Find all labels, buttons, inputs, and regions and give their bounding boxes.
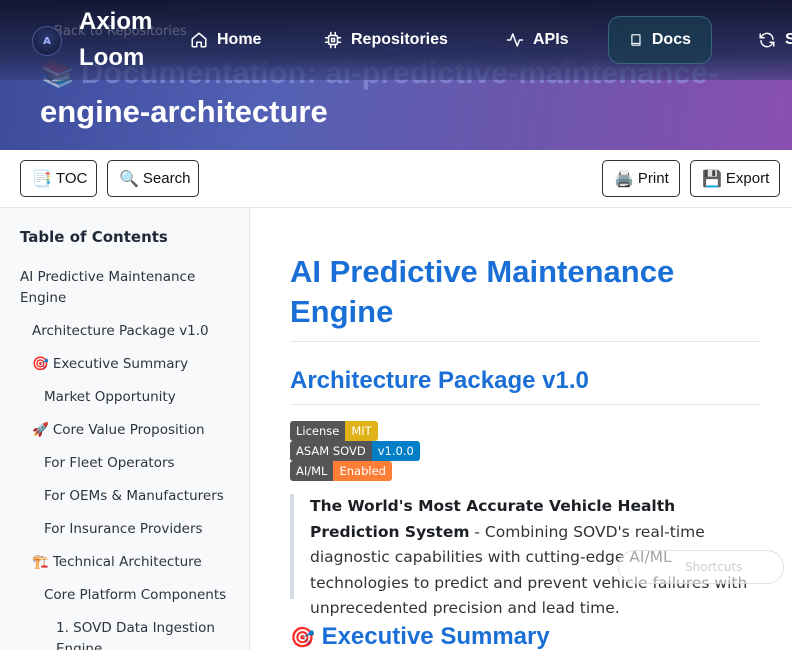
toc-item-label: Architecture Package v1.0	[32, 323, 209, 339]
toc-item[interactable]: 🏗️ Technical Architecture	[32, 552, 202, 573]
nav-repositories-label: Repositories	[351, 31, 448, 48]
toc-item[interactable]: AI Predictive Maintenance Engine	[20, 267, 220, 309]
doc-toolbar: 📑 TOC 🔍 Search 🖨️ Print 💾 Export	[0, 150, 792, 208]
chip-icon	[324, 31, 342, 49]
toc-button-label: TOC	[55, 170, 88, 187]
toc-item[interactable]: For Insurance Providers	[44, 519, 203, 540]
license-badge[interactable]: License MIT	[290, 421, 378, 441]
nav-apis-label: APIs	[533, 31, 569, 48]
content-heading-h1: AI Predictive Maintenance Engine	[290, 254, 675, 329]
sovd-badge[interactable]: ASAM SOVD v1.0.0	[290, 441, 420, 461]
toc-item-label: AI Predictive Maintenance Engine	[20, 269, 196, 306]
executive-summary-label: Executive Summary	[321, 623, 550, 650]
nav-home[interactable]: Home	[172, 16, 279, 64]
toc-item-label: Core Platform Components	[44, 587, 227, 603]
toc-item-label: Core Value Proposition	[52, 422, 205, 438]
toc-item-label: For Insurance Providers	[44, 521, 203, 537]
construction-icon: 🏗️	[32, 554, 49, 570]
badge-value: v1.0.0	[371, 441, 420, 461]
toc-item-label: Market Opportunity	[44, 389, 176, 405]
toc-item[interactable]: For OEMs & Manufacturers	[44, 486, 224, 507]
nav-docs-label: Docs	[651, 31, 691, 48]
nav-home-label: Home	[217, 31, 262, 48]
aiml-badge[interactable]: AI/ML Enabled	[290, 461, 392, 481]
home-icon	[191, 32, 207, 48]
toc-item[interactable]: 🚀 Core Value Proposition	[32, 420, 205, 441]
search-icon: 🔍	[119, 170, 139, 188]
refresh-icon	[759, 32, 775, 48]
toc-sidebar: Table of Contents AI Predictive Maintena…	[0, 208, 250, 650]
toc-heading: Table of Contents	[20, 228, 168, 246]
badge-value: MIT	[345, 421, 378, 441]
activity-icon	[506, 33, 524, 47]
doc-content: AI Predictive Maintenance Engine Archite…	[250, 208, 792, 650]
nav-apis[interactable]: APIs	[488, 16, 587, 64]
toc-item-label: 1. SOVD Data Ingestion Engine	[56, 620, 215, 650]
shortcuts-pill[interactable]: Shortcuts	[618, 550, 784, 584]
export-button-label: Export	[725, 170, 770, 187]
heading-divider	[290, 341, 760, 342]
toc-item-label: Executive Summary	[52, 356, 189, 372]
search-button-label: Search	[142, 170, 191, 187]
badge-label: License	[290, 421, 346, 441]
toc-item-label: For Fleet Operators	[44, 455, 175, 471]
toc-item[interactable]: Architecture Package v1.0	[32, 321, 209, 342]
print-button[interactable]: 🖨️ Print	[602, 160, 680, 197]
toc-item[interactable]: 1. SOVD Data Ingestion Engine	[56, 618, 226, 650]
heading-divider	[290, 404, 760, 405]
toc-item-label: Technical Architecture	[52, 554, 202, 570]
printer-icon: 🖨️	[614, 170, 634, 188]
page-title-line2: engine-architecture	[40, 94, 328, 129]
content-heading-h2: Architecture Package v1.0	[290, 367, 589, 394]
export-button[interactable]: 💾 Export	[690, 160, 780, 197]
nav-sync[interactable]: S	[740, 16, 792, 64]
target-icon: 🎯	[32, 356, 49, 372]
page-icon: 📑	[32, 170, 52, 188]
nav-sync-label: S	[785, 31, 792, 48]
brand-name[interactable]: Axiom Loom	[79, 4, 169, 76]
search-button[interactable]: 🔍 Search	[107, 160, 199, 197]
book-icon	[631, 34, 641, 46]
rocket-icon: 🚀	[32, 422, 49, 438]
toc-button[interactable]: 📑 TOC	[20, 160, 97, 197]
badge-value: Enabled	[333, 461, 392, 481]
badge-label: AI/ML	[290, 461, 334, 481]
toc-item[interactable]: Core Platform Components	[44, 585, 226, 606]
toc-item-label: For OEMs & Manufacturers	[44, 488, 224, 504]
shortcuts-pill-label: Shortcuts	[685, 560, 743, 574]
save-icon: 💾	[702, 170, 722, 188]
badge-label: ASAM SOVD	[290, 441, 372, 461]
toc-item[interactable]: For Fleet Operators	[44, 453, 175, 474]
print-button-label: Print	[637, 170, 669, 187]
target-icon: 🎯	[290, 627, 315, 649]
toc-item[interactable]: 🎯 Executive Summary	[32, 354, 188, 375]
nav-docs[interactable]: Docs	[608, 16, 712, 64]
content-heading-executive-summary: 🎯 Executive Summary	[290, 622, 550, 650]
app-logo[interactable]: A	[32, 26, 62, 56]
nav-repositories[interactable]: Repositories	[306, 16, 466, 64]
toc-item[interactable]: Market Opportunity	[44, 387, 176, 408]
